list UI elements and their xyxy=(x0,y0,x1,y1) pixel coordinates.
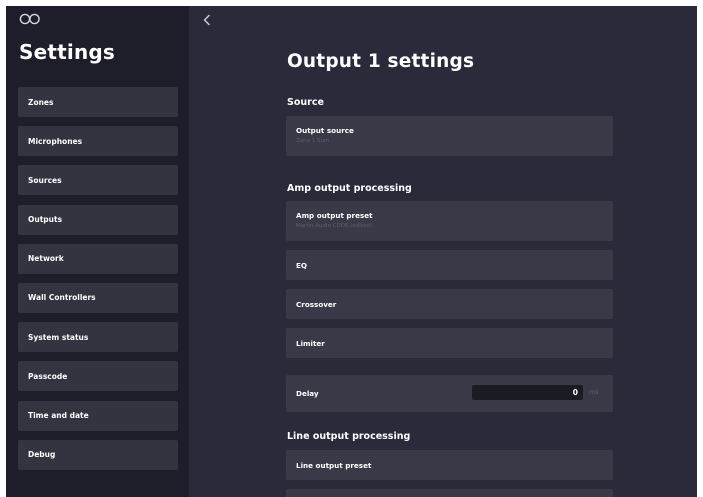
delay-value: 0 xyxy=(572,388,578,397)
delay-row: Delay 0 ms xyxy=(286,375,613,412)
sidebar-item-label: Microphones xyxy=(28,136,83,146)
amp-output-preset-value: Martin Audio CDD6 (edited) xyxy=(296,223,372,229)
section-heading-line-output: Line output processing xyxy=(287,431,411,442)
crossover-card[interactable]: Crossover xyxy=(286,289,613,319)
limiter-label: Limiter xyxy=(296,339,325,348)
sidebar-title: Settings xyxy=(19,40,116,64)
sidebar-item-label: Wall Controllers xyxy=(28,293,96,303)
line-output-preset-card[interactable]: Line output preset xyxy=(286,450,613,480)
sidebar-item-debug[interactable]: Debug xyxy=(18,439,178,470)
sidebar-item-label: System status xyxy=(28,332,89,342)
output-source-value: Zone 1 Sum xyxy=(296,138,330,144)
sidebar-item-label: Outputs xyxy=(28,215,63,225)
line-output-preset-label: Line output preset xyxy=(296,461,372,470)
output-source-label: Output source xyxy=(296,126,354,135)
sidebar-item-network[interactable]: Network xyxy=(18,243,178,274)
sidebar-item-sources[interactable]: Sources xyxy=(18,165,178,196)
sidebar-item-label: Sources xyxy=(28,175,62,185)
sidebar-item-system-status[interactable]: System status xyxy=(18,322,178,353)
amp-output-preset-card[interactable]: Amp output preset Martin Audio CDD6 (edi… xyxy=(286,201,613,241)
delay-unit: ms xyxy=(589,388,599,396)
main-panel: Output 1 settings Source Output source Z… xyxy=(189,6,697,497)
sidebar-item-label: Network xyxy=(28,254,64,264)
section-heading-source: Source xyxy=(287,97,324,108)
eq-label: EQ xyxy=(296,261,308,270)
delay-input[interactable]: 0 xyxy=(472,385,583,400)
page-title: Output 1 settings xyxy=(287,51,475,72)
sidebar-item-label: Passcode xyxy=(28,371,68,381)
app-logo-icon xyxy=(19,13,40,25)
line-output-next-card[interactable] xyxy=(286,489,613,497)
sidebar-item-label: Debug xyxy=(28,450,56,460)
delay-label: Delay xyxy=(296,389,319,398)
app-window: Settings Zones Microphones Sources Outpu… xyxy=(6,6,697,497)
sidebar-item-label: Time and date xyxy=(28,411,89,420)
sidebar-item-passcode[interactable]: Passcode xyxy=(18,361,178,392)
section-heading-amp-output: Amp output processing xyxy=(287,183,412,194)
sidebar-item-outputs[interactable]: Outputs xyxy=(18,204,178,235)
chevron-left-icon[interactable] xyxy=(202,14,212,26)
eq-card[interactable]: EQ xyxy=(286,250,613,280)
crossover-label: Crossover xyxy=(296,300,337,309)
sidebar-item-microphones[interactable]: Microphones xyxy=(18,126,178,157)
amp-output-preset-label: Amp output preset xyxy=(296,211,373,220)
settings-nav: Zones Microphones Sources Outputs Networ… xyxy=(18,87,178,479)
limiter-card[interactable]: Limiter xyxy=(286,328,613,358)
sidebar-item-zones[interactable]: Zones xyxy=(18,87,178,117)
sidebar-item-wall-controllers[interactable]: Wall Controllers xyxy=(18,282,178,313)
sidebar-item-label: Zones xyxy=(28,97,54,107)
sidebar: Settings Zones Microphones Sources Outpu… xyxy=(6,6,189,497)
sidebar-item-time-and-date[interactable]: Time and date xyxy=(18,400,178,431)
output-source-card[interactable]: Output source Zone 1 Sum xyxy=(286,116,613,156)
